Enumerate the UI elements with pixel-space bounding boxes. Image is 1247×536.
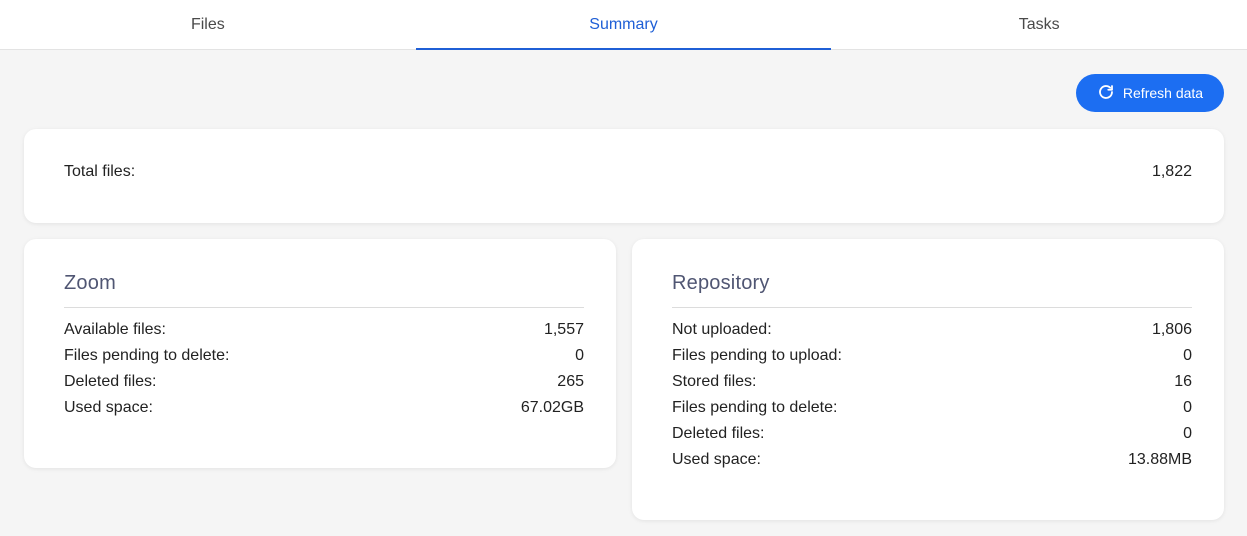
row-value: 1,557 bbox=[543, 321, 584, 338]
row-label: Files pending to delete: bbox=[64, 347, 230, 364]
row-value: 13.88MB bbox=[1127, 451, 1192, 468]
repository-title: Repository bbox=[672, 272, 1192, 308]
repo-row-pending-upload: Files pending to upload: 0 bbox=[672, 343, 1192, 369]
refresh-data-button[interactable]: Refresh data bbox=[1076, 74, 1224, 112]
row-label: Files pending to upload: bbox=[672, 347, 842, 364]
tab-tasks-label: Tasks bbox=[1018, 15, 1060, 33]
row-value: 16 bbox=[1174, 373, 1192, 390]
zoom-row-pending-delete: Files pending to delete: 0 bbox=[64, 343, 584, 369]
zoom-title: Zoom bbox=[64, 272, 584, 308]
row-value: 0 bbox=[1183, 347, 1192, 364]
row-label: Files pending to delete: bbox=[672, 399, 838, 416]
refresh-icon bbox=[1097, 83, 1115, 104]
zoom-row-available: Available files: 1,557 bbox=[64, 317, 584, 343]
total-files-value: 1,822 bbox=[1151, 163, 1192, 180]
repo-row-not-uploaded: Not uploaded: 1,806 bbox=[672, 317, 1192, 343]
total-files-label: Total files: bbox=[64, 163, 136, 180]
row-label: Stored files: bbox=[672, 373, 757, 390]
zoom-row-used-space: Used space: 67.02GB bbox=[64, 395, 584, 421]
repo-row-pending-delete: Files pending to delete: 0 bbox=[672, 395, 1192, 421]
row-label: Available files: bbox=[64, 321, 166, 338]
row-value: 0 bbox=[575, 347, 584, 364]
total-files-card: Total files: 1,822 bbox=[24, 129, 1224, 223]
row-value: 0 bbox=[1183, 425, 1192, 442]
tab-tasks[interactable]: Tasks bbox=[831, 0, 1247, 49]
zoom-row-deleted: Deleted files: 265 bbox=[64, 369, 584, 395]
refresh-data-label: Refresh data bbox=[1122, 85, 1204, 101]
row-value: 67.02GB bbox=[520, 399, 584, 416]
total-files-row: Total files: 1,822 bbox=[64, 163, 1192, 181]
row-value: 1,806 bbox=[1151, 321, 1192, 338]
tab-bar: Files Summary Tasks bbox=[0, 0, 1247, 50]
row-label: Deleted files: bbox=[64, 373, 157, 390]
tab-files[interactable]: Files bbox=[0, 0, 416, 49]
row-label: Used space: bbox=[64, 399, 153, 416]
row-label: Used space: bbox=[672, 451, 761, 468]
row-value: 265 bbox=[557, 373, 584, 390]
repo-row-deleted: Deleted files: 0 bbox=[672, 421, 1192, 447]
repo-row-stored: Stored files: 16 bbox=[672, 369, 1192, 395]
repo-row-used-space: Used space: 13.88MB bbox=[672, 447, 1192, 473]
row-label: Not uploaded: bbox=[672, 321, 772, 338]
row-label: Deleted files: bbox=[672, 425, 765, 442]
tab-summary[interactable]: Summary bbox=[415, 0, 832, 50]
row-value: 0 bbox=[1183, 399, 1192, 416]
tab-files-label: Files bbox=[190, 15, 225, 33]
repository-card: Repository Not uploaded: 1,806 Files pen… bbox=[632, 239, 1224, 520]
tab-summary-label: Summary bbox=[589, 15, 658, 33]
zoom-card: Zoom Available files: 1,557 Files pendin… bbox=[24, 239, 616, 468]
